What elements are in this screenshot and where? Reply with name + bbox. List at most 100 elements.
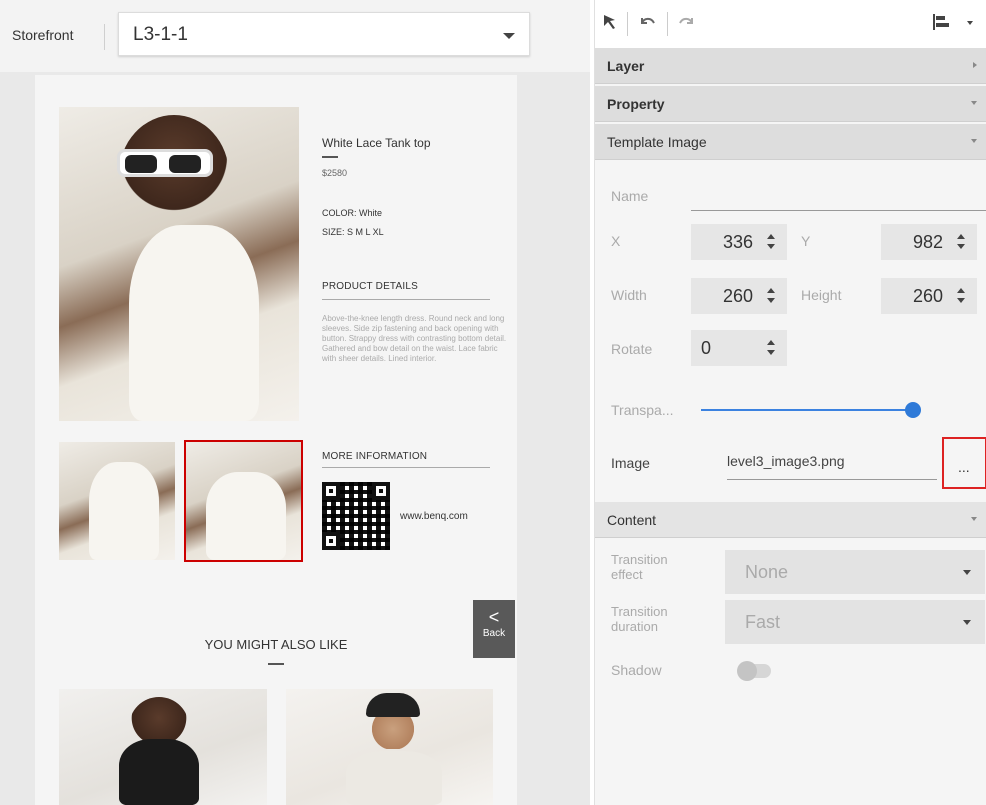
recommended-image[interactable] [286, 689, 493, 805]
transition-duration-select[interactable]: Fast [725, 600, 985, 644]
panel-toolbar [595, 0, 986, 48]
beanie [366, 693, 420, 717]
browse-image-button[interactable]: ... [942, 437, 986, 489]
undo-icon[interactable] [635, 12, 659, 36]
back-label: Back [482, 628, 506, 639]
chevron-right-icon [973, 62, 977, 68]
qr-corner [372, 482, 390, 500]
spinner-icon[interactable] [767, 234, 775, 250]
also-like-heading: YOU MIGHT ALSO LIKE [204, 637, 348, 652]
section-template-image-title: Template Image [607, 134, 707, 150]
browse-label: ... [958, 459, 970, 475]
toolbar-divider [627, 12, 628, 36]
transparency-slider-thumb[interactable] [905, 402, 921, 418]
transparency-slider-track[interactable] [701, 409, 917, 411]
chevron-down-icon [971, 101, 977, 105]
rotate-label: Rotate [611, 341, 653, 357]
chevron-down-icon [963, 620, 971, 625]
chevron-down-icon [503, 33, 515, 39]
section-template-image[interactable]: Template Image [595, 124, 986, 160]
image-label: Image [611, 455, 650, 471]
chevron-down-icon [971, 139, 977, 143]
thumbnail-image[interactable] [59, 442, 175, 560]
transition-duration-value: Fast [745, 612, 781, 632]
name-input[interactable] [691, 210, 986, 211]
section-content[interactable]: Content [595, 502, 986, 538]
model-dress [89, 462, 159, 560]
editor-area: Storefront L3-1-1 White Lace Tank top $2… [0, 0, 590, 805]
section-content-title: Content [607, 512, 657, 528]
page-canvas[interactable]: White Lace Tank top $2580 COLOR: White S… [35, 75, 517, 805]
main-product-image[interactable] [59, 107, 299, 421]
toolbar-divider [667, 12, 668, 36]
x-value: 336 [722, 232, 753, 252]
product-size: SIZE: S M L XL [322, 227, 384, 237]
property-panel: Layer Property Template Image Name X 336… [594, 0, 986, 805]
align-icon[interactable] [929, 12, 953, 36]
height-label: Height [801, 287, 842, 303]
back-button[interactable]: < Back [473, 600, 515, 658]
also-like-dash [268, 663, 284, 665]
section-layer-title: Layer [607, 58, 645, 74]
spinner-icon[interactable] [767, 288, 775, 304]
pointer-icon[interactable] [599, 12, 623, 36]
height-stepper[interactable]: 260 [881, 278, 977, 314]
website-link[interactable]: www.benq.com [400, 511, 468, 522]
page-select[interactable]: L3-1-1 [118, 12, 530, 56]
transparency-label: Transpa... [611, 402, 674, 418]
width-label: Width [611, 287, 647, 303]
chevron-left-icon: < [488, 607, 500, 627]
spinner-icon[interactable] [957, 288, 965, 304]
details-rule [322, 299, 490, 300]
section-property[interactable]: Property [595, 86, 986, 122]
transition-effect-label: Transition effect [611, 552, 668, 582]
sunglasses-lens [125, 155, 157, 173]
editor-topbar: Storefront L3-1-1 [0, 0, 590, 72]
spinner-icon[interactable] [767, 340, 775, 356]
section-property-title: Property [607, 96, 665, 112]
redo-icon[interactable] [675, 12, 699, 36]
transition-effect-select[interactable]: None [725, 550, 985, 594]
width-value: 260 [722, 286, 753, 306]
chevron-down-icon [971, 517, 977, 521]
sunglasses-lens [169, 155, 201, 173]
product-color: COLOR: White [322, 208, 383, 218]
name-label: Name [611, 188, 649, 204]
shadow-label: Shadow [611, 662, 662, 678]
more-info-rule [322, 467, 490, 468]
thumbnail-image-selected[interactable] [184, 440, 303, 562]
chevron-down-icon[interactable] [967, 21, 973, 25]
toggle-knob [737, 661, 757, 681]
height-value: 260 [912, 286, 943, 306]
rotate-stepper[interactable]: 0 [691, 330, 787, 366]
product-name: White Lace Tank top [322, 136, 431, 150]
transition-duration-label: Transition duration [611, 604, 668, 634]
model-dress [119, 739, 199, 805]
image-filename[interactable]: level3_image3.png [727, 453, 845, 469]
qr-code [322, 482, 390, 550]
product-details-heading: PRODUCT DETAILS [322, 281, 418, 292]
image-input-underline [727, 479, 937, 480]
x-stepper[interactable]: 336 [691, 224, 787, 260]
rotate-value: 0 [701, 338, 712, 358]
recommended-image[interactable] [59, 689, 267, 805]
model-dress [346, 751, 442, 805]
model-dress [206, 472, 286, 560]
more-info-heading: MORE INFORMATION [322, 451, 428, 462]
page-select-value: L3-1-1 [133, 24, 188, 45]
section-layer[interactable]: Layer [595, 48, 986, 84]
shadow-toggle[interactable] [737, 661, 771, 681]
product-price: $2580 [322, 168, 348, 178]
title-dash [322, 156, 338, 158]
qr-corner [322, 532, 340, 550]
spinner-icon[interactable] [957, 234, 965, 250]
model-dress [129, 225, 259, 421]
y-value: 982 [912, 232, 943, 252]
chevron-down-icon [963, 570, 971, 575]
storefront-label: Storefront [12, 27, 74, 43]
y-label: Y [801, 233, 811, 249]
width-stepper[interactable]: 260 [691, 278, 787, 314]
qr-corner [322, 482, 340, 500]
product-description: Above-the-knee length dress. Round neck … [322, 314, 507, 363]
y-stepper[interactable]: 982 [881, 224, 977, 260]
